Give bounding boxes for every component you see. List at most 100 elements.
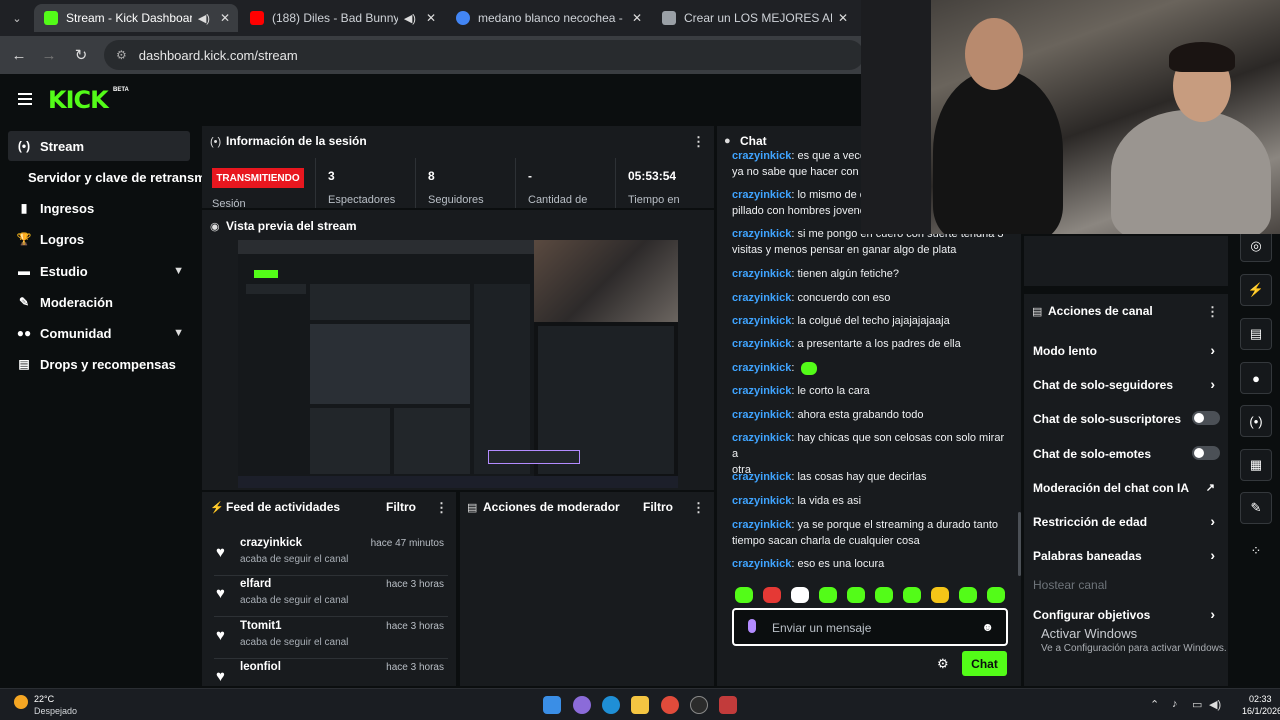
speaker-icon[interactable]: ◀) [198, 12, 210, 25]
action-followers-only[interactable]: Chat de solo-seguidores › [1033, 375, 1221, 395]
tab-document[interactable]: Crear un LOS MEJORES ALFAJO ✕ [652, 4, 856, 32]
chat-send-button[interactable]: Chat [962, 651, 1007, 676]
emoji-icon[interactable]: ☻ [981, 620, 994, 634]
camera-icon[interactable]: ◎ [1240, 230, 1272, 262]
chat-username[interactable]: crazyinkick [732, 189, 791, 201]
feed-filter-button[interactable]: Filtro [386, 500, 416, 514]
back-icon[interactable]: ← [9, 45, 29, 65]
mod-filter-button[interactable]: Filtro [643, 500, 673, 514]
action-ai-moderation[interactable]: Moderación del chat con IA ↗ [1033, 478, 1221, 498]
microphone-icon[interactable] [748, 619, 756, 633]
reload-icon[interactable]: ↻ [71, 45, 91, 65]
app-icon[interactable] [719, 696, 737, 714]
chat-username[interactable]: crazyinkick [732, 362, 791, 374]
more-options-icon[interactable]: ⋮ [1206, 304, 1219, 320]
action-slow-mode[interactable]: Modo lento › [1033, 341, 1221, 361]
tab-kick-dashboard[interactable]: Stream - Kick Dashboard ◀) ✕ [34, 4, 238, 32]
close-icon[interactable]: ✕ [220, 11, 230, 25]
subscribers-only-toggle[interactable] [1192, 411, 1220, 425]
emote-icon[interactable] [735, 587, 753, 603]
sidebar-item-logros[interactable]: 🏆 Logros [8, 224, 190, 254]
action-banned-words[interactable]: Palabras baneadas › [1033, 546, 1221, 566]
chat-icon[interactable]: ● [1240, 362, 1272, 394]
network-icon[interactable]: ▭ [1192, 698, 1202, 711]
close-icon[interactable]: ✕ [632, 11, 642, 25]
action-emotes-only[interactable]: Chat de solo-emotes [1033, 444, 1221, 464]
sidebar-item-drops[interactable]: ▤ Drops y recompensas [8, 349, 190, 379]
emote-icon[interactable] [903, 587, 921, 603]
sidebar-item-estudio[interactable]: ▬ Estudio ▼ [8, 256, 190, 286]
chat-username[interactable]: crazyinkick [732, 495, 791, 507]
feed-item[interactable]: ♥ elfard acaba de seguir el canal hace 3… [214, 577, 448, 617]
edge-icon[interactable] [602, 696, 620, 714]
action-age-restriction[interactable]: Restricción de edad › [1033, 512, 1221, 532]
more-options-icon[interactable]: ⋮ [692, 134, 705, 150]
sidebar-item-stream[interactable]: (•) Stream [8, 131, 190, 161]
broadcast-icon[interactable]: (•) [1240, 405, 1272, 437]
emote-icon[interactable] [763, 587, 781, 603]
chat-text: la vida es asi [797, 495, 862, 507]
emotes-only-toggle[interactable] [1192, 446, 1220, 460]
feed-item[interactable]: ♥ crazyinkick acaba de seguir el canal h… [214, 536, 448, 576]
tab-search-icon[interactable]: ⌄ [6, 7, 28, 29]
more-options-icon[interactable]: ⋮ [692, 500, 705, 516]
tab-youtube[interactable]: (188) Diles - Bad Bunny, Oz ◀) ✕ [240, 4, 444, 32]
copilot-icon[interactable] [573, 696, 591, 714]
layout-icon[interactable]: ▦ [1240, 449, 1272, 481]
speaker-icon[interactable]: ◀) [404, 12, 416, 25]
chat-username[interactable]: crazyinkick [732, 471, 791, 483]
chat-username[interactable]: crazyinkick [732, 292, 791, 304]
sidebar-item-ingresos[interactable]: ▮ Ingresos [8, 193, 190, 223]
emote-icon[interactable] [931, 587, 949, 603]
emote-icon[interactable] [791, 587, 809, 603]
stream-preview-video[interactable] [238, 240, 678, 488]
hamburger-menu-icon[interactable] [18, 93, 32, 105]
chat-username[interactable]: crazyinkick [732, 315, 791, 327]
sidebar-item-server-key[interactable]: Servidor y clave de retransm [22, 162, 202, 192]
site-info-icon[interactable]: ⚙ [116, 48, 127, 62]
chat-username[interactable]: crazyinkick [732, 150, 791, 162]
sidebar-item-moderacion[interactable]: ✎ Moderación [8, 287, 190, 317]
chat-username[interactable]: crazyinkick [732, 338, 791, 350]
chat-username[interactable]: crazyinkick [732, 409, 791, 421]
chevron-up-icon[interactable]: ⌃ [1150, 698, 1159, 711]
chat-username[interactable]: crazyinkick [732, 228, 791, 240]
tab-google-search[interactable]: medano blanco necochea - Bus ✕ [446, 4, 650, 32]
lightning-icon[interactable]: ⚡ [1240, 274, 1272, 306]
feed-item[interactable]: ♥ leonfiol hace 3 horas [214, 660, 448, 685]
more-options-icon[interactable]: ⋮ [435, 500, 448, 516]
chrome-icon[interactable] [661, 696, 679, 714]
obs-icon[interactable] [690, 696, 708, 714]
chat-username[interactable]: crazyinkick [732, 268, 791, 280]
microphone-icon[interactable]: ♪ [1172, 698, 1178, 710]
start-icon[interactable] [543, 696, 561, 714]
action-goals[interactable]: Configurar objetivos › [1033, 605, 1221, 625]
forward-icon[interactable]: → [39, 45, 59, 65]
emote-icon[interactable] [847, 587, 865, 603]
close-icon[interactable]: ✕ [838, 11, 848, 25]
volume-icon[interactable]: ◀) [1209, 698, 1221, 711]
chat-input-field[interactable]: Enviar un mensaje ☻ [732, 608, 1008, 646]
file-explorer-icon[interactable] [631, 696, 649, 714]
action-subscribers-only[interactable]: Chat de solo-suscriptores [1033, 409, 1221, 429]
chat-username[interactable]: crazyinkick [732, 385, 791, 397]
youtube-favicon-icon [250, 11, 264, 25]
weather-icon[interactable] [14, 695, 28, 709]
chat-username[interactable]: crazyinkick [732, 519, 791, 531]
emote-icon[interactable] [987, 587, 1005, 603]
url-field[interactable]: ⚙ dashboard.kick.com/stream [104, 40, 864, 70]
emote-icon[interactable] [819, 587, 837, 603]
emote-icon[interactable] [875, 587, 893, 603]
sidebar-item-comunidad[interactable]: ●● Comunidad ▼ [8, 318, 190, 348]
chat-username[interactable]: crazyinkick [732, 558, 791, 570]
community-icon[interactable]: ⁘ [1240, 535, 1272, 567]
close-icon[interactable]: ✕ [426, 11, 436, 25]
chat-scrollbar[interactable] [1018, 512, 1021, 576]
gear-icon[interactable]: ⚙ [937, 656, 949, 672]
kick-logo[interactable]: KICK [48, 86, 109, 114]
feed-item[interactable]: ♥ Ttomit1 acaba de seguir el canal hace … [214, 619, 448, 659]
chat-username[interactable]: crazyinkick [732, 432, 791, 444]
wrench-icon[interactable]: ✎ [1240, 492, 1272, 524]
emote-icon[interactable] [959, 587, 977, 603]
document-icon[interactable]: ▤ [1240, 318, 1272, 350]
